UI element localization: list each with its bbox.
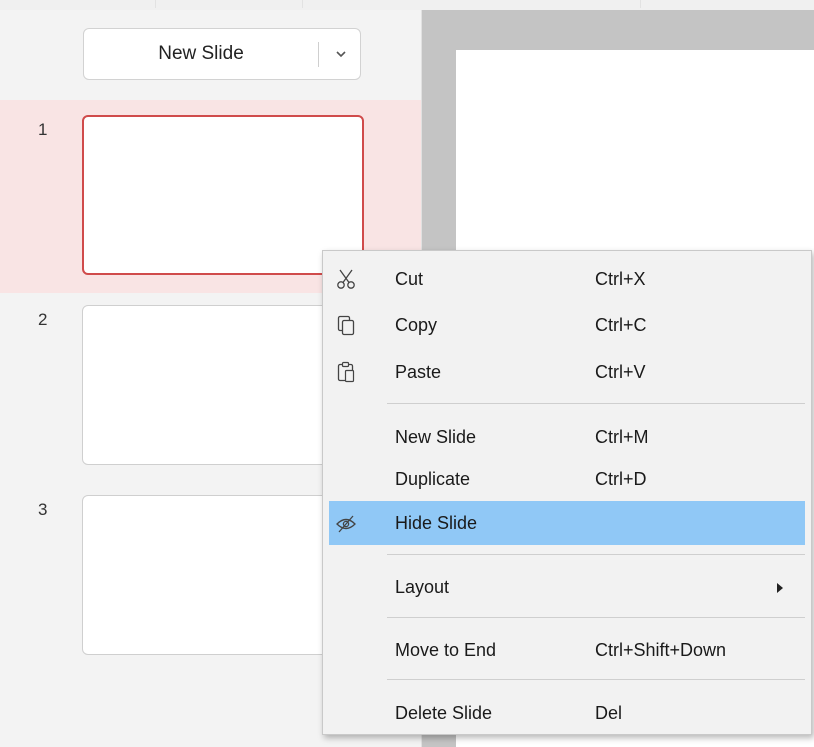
- scissors-icon: [335, 267, 357, 291]
- menu-item-shortcut: Ctrl+C: [595, 315, 647, 335]
- menu-separator: [387, 617, 805, 618]
- menu-item-label: Copy: [395, 315, 438, 335]
- new-slide-split-button: New Slide: [83, 28, 361, 80]
- menu-item-paste[interactable]: Paste Ctrl+V: [323, 350, 811, 394]
- menu-item-label: Delete Slide: [395, 703, 493, 723]
- menu-item-label: Hide Slide: [395, 513, 478, 533]
- submenu-arrow-icon: [775, 581, 785, 593]
- chevron-down-icon: [336, 51, 346, 58]
- menu-item-label: Paste: [395, 362, 442, 382]
- menu-item-shortcut: Del: [595, 703, 623, 723]
- context-menu: Cut Ctrl+X Copy Ctrl+C Paste Ctrl+V New …: [322, 250, 812, 735]
- split-button-divider: [318, 42, 319, 67]
- new-slide-dropdown-button[interactable]: [324, 29, 358, 79]
- menu-item-label: Duplicate: [395, 469, 471, 489]
- menu-item-label: New Slide: [395, 427, 477, 447]
- menu-item-delete-slide[interactable]: Delete Slide Del: [323, 691, 811, 735]
- menu-item-shortcut: Ctrl+X: [595, 269, 646, 289]
- menu-item-move-to-end[interactable]: Move to End Ctrl+Shift+Down: [323, 628, 811, 672]
- menu-separator: [387, 403, 805, 404]
- menu-item-new-slide[interactable]: New Slide Ctrl+M: [323, 415, 811, 459]
- menu-item-shortcut: Ctrl+M: [595, 427, 649, 447]
- menu-item-label: Cut: [395, 269, 424, 289]
- menu-item-duplicate[interactable]: Duplicate Ctrl+D: [323, 457, 811, 501]
- eye-slash-icon: [335, 511, 357, 535]
- copy-icon: [335, 313, 357, 337]
- menu-separator: [387, 554, 805, 555]
- menu-item-copy[interactable]: Copy Ctrl+C: [323, 303, 811, 347]
- menu-item-hide-slide[interactable]: Hide Slide: [329, 501, 805, 545]
- slide-number: 1: [38, 120, 48, 139]
- slide-number: 2: [38, 310, 48, 329]
- slide-number: 3: [38, 500, 48, 519]
- paste-icon: [335, 360, 357, 384]
- menu-item-shortcut: Ctrl+V: [595, 362, 646, 382]
- menu-item-shortcut: Ctrl+Shift+Down: [595, 640, 727, 660]
- menu-item-label: Layout: [395, 577, 450, 597]
- toolbar-divider: [302, 0, 303, 8]
- menu-item-label: Move to End: [395, 640, 497, 660]
- menu-separator: [387, 679, 805, 680]
- toolbar-divider: [640, 0, 641, 8]
- menu-item-cut[interactable]: Cut Ctrl+X: [323, 257, 811, 301]
- toolbar-divider: [155, 0, 156, 8]
- top-toolbar-strip: [0, 0, 814, 10]
- menu-item-shortcut: Ctrl+D: [595, 469, 647, 489]
- menu-item-layout[interactable]: Layout: [323, 565, 811, 609]
- new-slide-button[interactable]: New Slide: [84, 29, 318, 79]
